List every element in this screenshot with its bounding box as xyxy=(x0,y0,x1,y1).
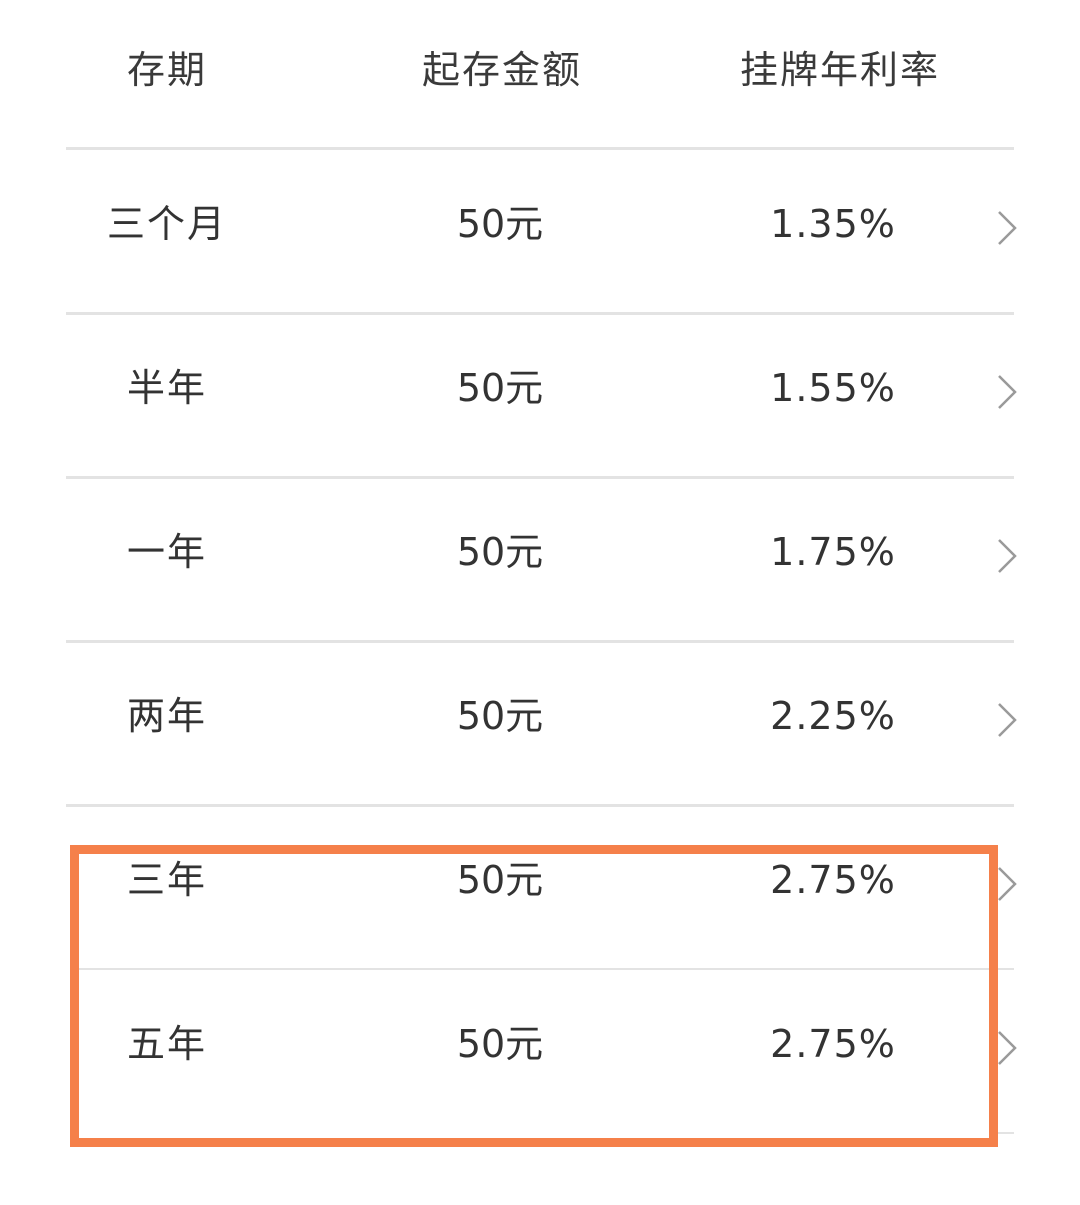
rate-cell: 1.55% xyxy=(770,366,896,410)
rate-cell: 2.75% xyxy=(770,1022,896,1066)
column-header-rate: 挂牌年利率 xyxy=(740,48,941,92)
chevron-right-icon[interactable] xyxy=(996,210,1018,246)
table-row[interactable]: 三年 50元 2.75% xyxy=(0,806,1080,970)
table-header: 存期 起存金额 挂牌年利率 xyxy=(0,0,1080,148)
table-row[interactable]: 五年 50元 2.75% xyxy=(0,970,1080,1134)
column-header-term: 存期 xyxy=(127,48,208,92)
chevron-right-icon[interactable] xyxy=(996,1030,1018,1066)
term-cell: 两年 xyxy=(126,694,208,738)
rate-cell: 2.25% xyxy=(770,694,896,738)
table-row[interactable]: 一年 50元 1.75% xyxy=(0,478,1080,642)
amount-cell: 50元 xyxy=(456,530,544,574)
term-cell: 三年 xyxy=(126,858,208,902)
chevron-right-icon[interactable] xyxy=(996,374,1018,410)
row-divider-tail xyxy=(990,1132,1014,1134)
table-row[interactable]: 两年 50元 2.25% xyxy=(0,642,1080,806)
chevron-right-icon[interactable] xyxy=(996,866,1018,902)
term-cell: 五年 xyxy=(126,1022,208,1066)
term-cell: 半年 xyxy=(126,366,208,410)
rate-cell: 1.35% xyxy=(770,202,896,246)
column-header-amount: 起存金额 xyxy=(422,48,583,92)
amount-cell: 50元 xyxy=(456,694,544,738)
chevron-right-icon[interactable] xyxy=(996,702,1018,738)
rate-cell: 1.75% xyxy=(770,530,896,574)
term-cell: 三个月 xyxy=(106,202,228,246)
amount-cell: 50元 xyxy=(456,1022,544,1066)
table-row[interactable]: 半年 50元 1.55% xyxy=(0,314,1080,478)
table-row[interactable]: 三个月 50元 1.35% xyxy=(0,150,1080,314)
amount-cell: 50元 xyxy=(456,202,544,246)
amount-cell: 50元 xyxy=(456,366,544,410)
term-cell: 一年 xyxy=(126,530,208,574)
amount-cell: 50元 xyxy=(456,858,544,902)
rate-cell: 2.75% xyxy=(770,858,896,902)
chevron-right-icon[interactable] xyxy=(996,538,1018,574)
